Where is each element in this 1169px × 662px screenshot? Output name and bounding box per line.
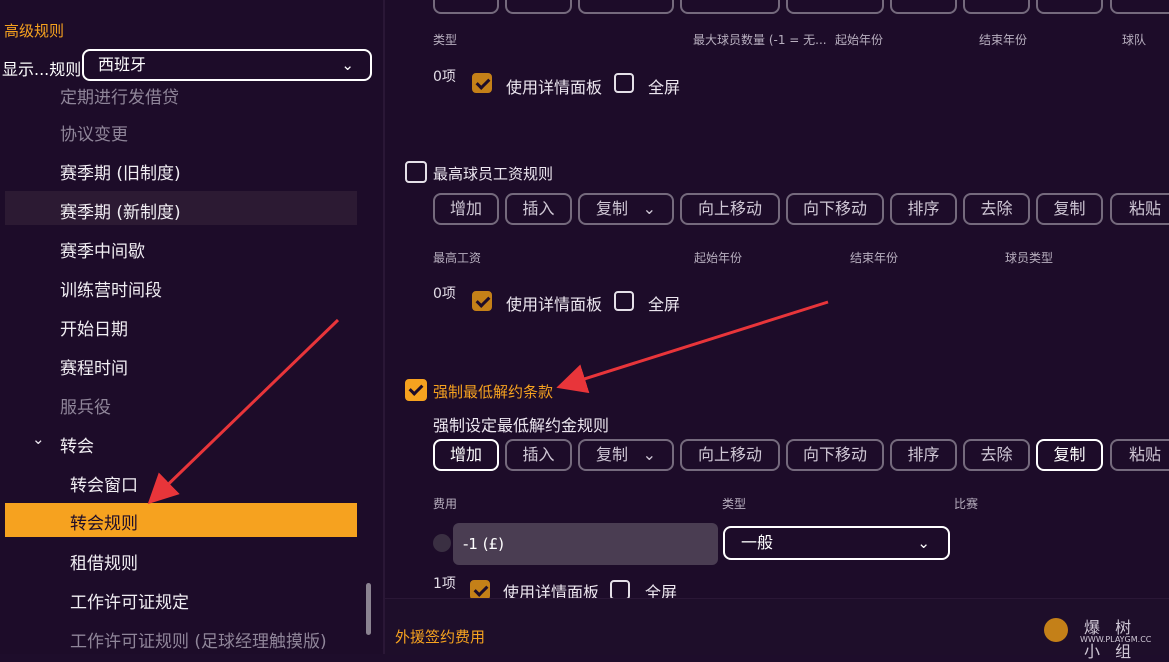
arrow-to-min-release-clause: [556, 300, 829, 394]
annotation-arrows: [147, 300, 829, 505]
arrow-to-transfer-rules: [147, 318, 340, 505]
